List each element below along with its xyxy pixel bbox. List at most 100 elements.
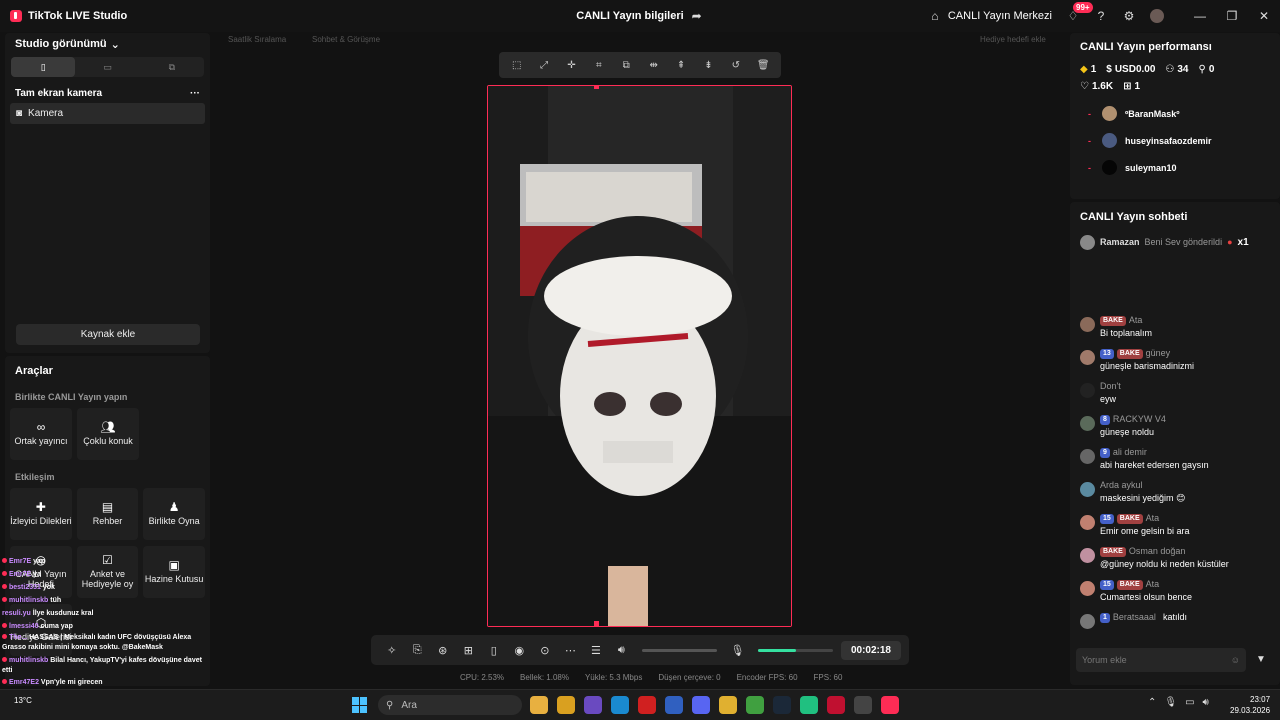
avatar[interactable] — [1150, 9, 1164, 23]
studio-view-dropdown[interactable]: Studio görünümü ⌄ — [5, 35, 210, 53]
snapshot-icon[interactable]: ⊙ — [532, 644, 558, 657]
emoji-icon[interactable]: ☺ — [1231, 655, 1240, 665]
microphone-icon[interactable]: 🎙︎ — [725, 644, 751, 657]
chevron-up-icon[interactable]: ⌃ — [1148, 697, 1156, 708]
chat-username[interactable]: Ata — [1146, 512, 1160, 525]
chrome-icon[interactable] — [530, 696, 548, 714]
gear-icon[interactable]: ⚙ — [1122, 9, 1136, 23]
expand-icon[interactable]: ⤢ — [537, 58, 551, 72]
magic-icon[interactable]: ✧ — [379, 644, 405, 657]
list-item[interactable]: - huseyinsafaozdemir — [1070, 127, 1280, 154]
maximize-icon[interactable]: ❐ — [1216, 9, 1248, 23]
more-icon[interactable]: ⋯ — [558, 644, 584, 657]
tab-dual[interactable]: ⧉ — [140, 57, 204, 77]
add-gift-goal[interactable]: Hediye hedefi ekle — [980, 35, 1046, 44]
tab-landscape[interactable]: ▭ — [75, 57, 139, 77]
youtube-icon[interactable] — [827, 696, 845, 714]
multi-guest-button[interactable]: 👥︎ Çoklu konuk — [77, 408, 139, 460]
effects-icon[interactable]: ⊛ — [430, 644, 456, 657]
live-info-button[interactable]: CANLI Yayın bilgileri ➦ — [540, 9, 740, 23]
trash-icon[interactable]: 🗑︎ — [756, 58, 770, 72]
chat-username[interactable]: Don't — [1100, 380, 1121, 393]
volume-slider[interactable] — [642, 648, 717, 652]
layer-up-icon[interactable]: ⇞ — [674, 58, 688, 72]
select-icon[interactable]: ⬚ — [510, 58, 524, 72]
network-icon[interactable]: ▭ — [1185, 697, 1194, 708]
minimize-icon[interactable]: — — [1184, 9, 1216, 23]
layer-down-icon[interactable]: ⇟ — [701, 58, 715, 72]
chat-username[interactable]: Ata — [1129, 314, 1143, 327]
windows-start-icon[interactable] — [352, 697, 368, 713]
chat-username[interactable]: Ata — [1146, 578, 1160, 591]
usd-stat: $ USD0.00 — [1106, 64, 1156, 75]
taskbar-search[interactable]: ⚲ Ara — [378, 695, 522, 715]
edge-icon[interactable] — [611, 696, 629, 714]
taskbar-clock[interactable]: 23:07 29.03.2026 — [1230, 694, 1270, 716]
notifications-button[interactable]: ♢ 99+ — [1066, 2, 1093, 23]
list-item[interactable]: - ºBaranMaskº — [1070, 100, 1280, 127]
comment-input[interactable]: Yorum ekle ☺ — [1076, 648, 1246, 672]
source-camera[interactable]: ◙ Kamera — [10, 103, 205, 124]
live-center-button[interactable]: ⌂ CANLI Yayın Merkezi — [928, 9, 1052, 23]
help-icon[interactable]: ? — [1094, 9, 1108, 23]
live-preview[interactable] — [487, 85, 792, 627]
speaker-icon[interactable]: 🔊︎ — [609, 644, 635, 657]
duplicate-icon[interactable]: ⧉ — [619, 58, 633, 72]
audio-settings-icon[interactable]: ☰ — [583, 644, 609, 657]
list-item[interactable]: - suleyman10 — [1070, 154, 1280, 181]
guide-button[interactable]: ▤ Rehber — [76, 488, 139, 540]
screen-share-icon[interactable]: ⎘ — [405, 644, 431, 657]
heart-icon: ♡ — [1080, 81, 1089, 92]
chat-message[interactable]: 1 Beratsaaal katıldı — [1070, 611, 1280, 644]
chat-message[interactable]: Arda aykul maskesini yediğim 😊 — [1070, 479, 1280, 512]
speaker-icon[interactable]: 🔊︎ — [1203, 697, 1209, 708]
scene-header[interactable]: Tam ekran kamera ··· — [5, 85, 210, 101]
send-icon[interactable]: ▼ — [1256, 654, 1266, 665]
opera-icon[interactable] — [638, 696, 656, 714]
obs-icon[interactable] — [854, 696, 872, 714]
app-icon[interactable] — [800, 696, 818, 714]
steam-icon[interactable] — [773, 696, 791, 714]
center-icon[interactable]: ✛ — [564, 58, 578, 72]
chat-username[interactable]: RACKYW V4 — [1113, 413, 1166, 426]
chat-username[interactable]: Arda aykul — [1100, 479, 1143, 492]
chat-message[interactable]: 15 BAKE Ata Cumartesi olsun bence — [1070, 578, 1280, 611]
chat-message[interactable]: 13 BAKE güney güneşle barismadinizmi — [1070, 347, 1280, 380]
mic-level-slider[interactable] — [758, 648, 833, 652]
chat-username[interactable]: ali demir — [1113, 446, 1147, 459]
phone-icon[interactable]: ▯ — [481, 644, 507, 657]
record-icon[interactable]: ◉ — [507, 644, 533, 657]
flip-icon[interactable]: ⇹ — [647, 58, 661, 72]
tab-portrait[interactable]: ▯ — [11, 57, 76, 77]
more-options-icon[interactable]: ··· — [190, 88, 200, 99]
undo-icon[interactable]: ↺ — [729, 58, 743, 72]
close-icon[interactable]: ✕ — [1248, 9, 1280, 23]
chat-message[interactable]: 15 BAKE Ata Emir ome gelsin bi ara — [1070, 512, 1280, 545]
teams-icon[interactable] — [584, 696, 602, 714]
tiktok-icon[interactable] — [881, 696, 899, 714]
microphone-icon[interactable]: 🎙︎ — [1164, 697, 1177, 708]
folder-icon[interactable] — [557, 696, 575, 714]
chat-message[interactable]: BAKE Ata Bi toplanalım — [1070, 314, 1280, 347]
co-host-button[interactable]: ∞ Ortak yayıncı — [10, 408, 72, 460]
chat-message[interactable]: BAKE Osman doğan @güney noldu ki neden küs… — [1070, 545, 1280, 578]
chat-and-call[interactable]: Sohbet & Görüşme — [312, 35, 380, 44]
chat-text: Cumartesi olsun bence — [1100, 592, 1193, 602]
chat-message[interactable]: 9 ali demir abi hareket edersen gaysın — [1070, 446, 1280, 479]
play-together-button[interactable]: ♟ Birlikte Oyna — [143, 488, 206, 540]
chat-username[interactable]: güney — [1146, 347, 1171, 360]
crop-icon[interactable]: ⌗ — [592, 58, 606, 72]
chrome-2-icon[interactable] — [746, 696, 764, 714]
chat-message[interactable]: Don't eyw — [1070, 380, 1280, 413]
viewer-requests-button[interactable]: ✚ İzleyici Dilekleri — [10, 488, 72, 540]
hourly-ranking[interactable]: Saatlik Sıralama — [228, 35, 286, 44]
chat-message[interactable]: 8 RACKYW V4 güneşe noldu — [1070, 413, 1280, 446]
add-source-button[interactable]: Kaynak ekle — [16, 324, 200, 345]
discord-icon[interactable] — [692, 696, 710, 714]
mail-icon[interactable] — [665, 696, 683, 714]
caption-icon[interactable]: ⊞ — [456, 644, 482, 657]
explorer-icon[interactable] — [719, 696, 737, 714]
weather-widget[interactable]: 13°C — [14, 696, 32, 705]
chat-username[interactable]: Beratsaaal — [1113, 611, 1156, 624]
chat-username[interactable]: Osman doğan — [1129, 545, 1186, 558]
